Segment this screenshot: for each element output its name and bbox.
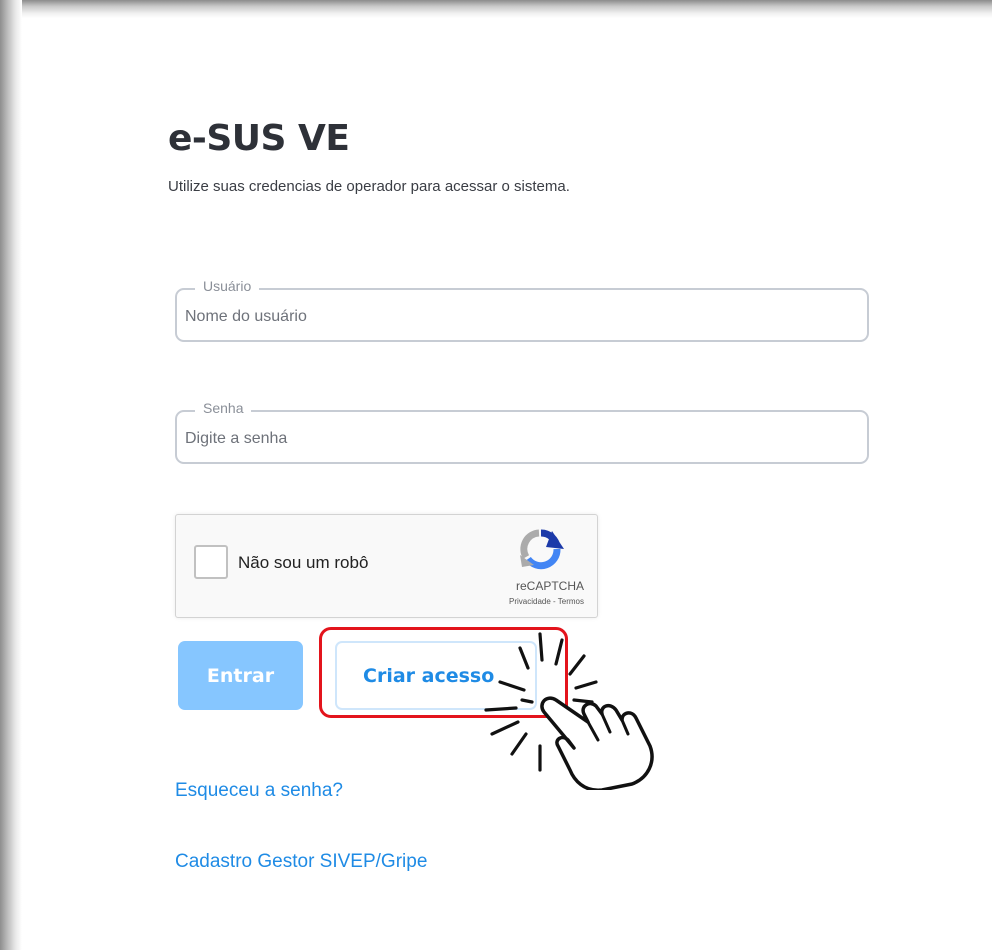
hand-pointer-icon: [484, 632, 654, 790]
gestor-registration-link[interactable]: Cadastro Gestor SIVEP/Gripe: [175, 851, 427, 873]
password-field: Senha: [175, 400, 869, 464]
password-input[interactable]: [177, 412, 867, 462]
screenshot-shadow-top: [0, 0, 992, 18]
recaptcha-brand: reCAPTCHA: [515, 579, 584, 593]
screenshot-shadow-left: [0, 0, 22, 950]
username-input[interactable]: [177, 290, 867, 340]
page-subtitle: Utilize suas credencias de operador para…: [168, 178, 570, 195]
recaptcha-links[interactable]: Privacidade - Termos: [436, 597, 584, 606]
login-button[interactable]: Entrar: [178, 641, 303, 710]
recaptcha-widget: Não sou um robô reCAPTCHA Privacidade - …: [175, 514, 598, 618]
recaptcha-checkbox[interactable]: [194, 545, 228, 579]
recaptcha-label: Não sou um robô: [238, 553, 369, 572]
login-page: e-SUS VE Utilize suas credencias de oper…: [0, 0, 992, 950]
forgot-password-link[interactable]: Esqueceu a senha?: [175, 780, 343, 802]
recaptcha-logo-icon: [520, 529, 564, 570]
page-title: e-SUS VE: [168, 118, 350, 159]
username-field: Usuário: [175, 278, 869, 342]
